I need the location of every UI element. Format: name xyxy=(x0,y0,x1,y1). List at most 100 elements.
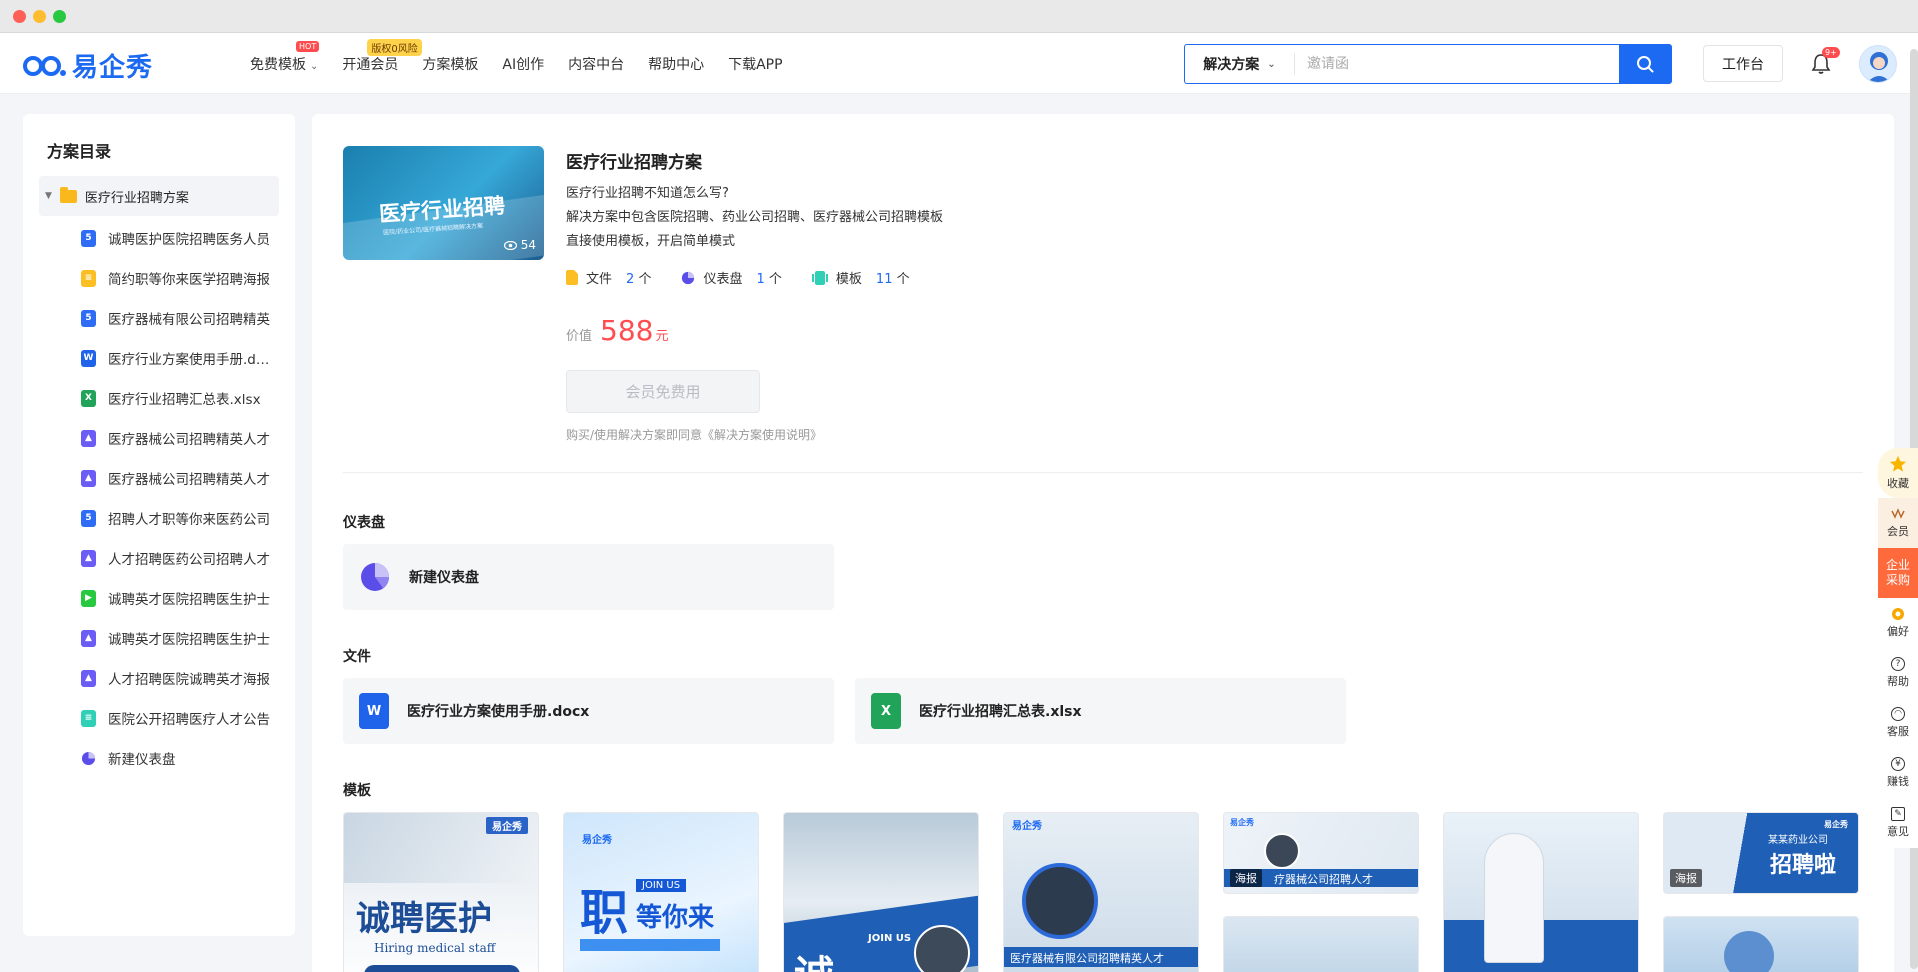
new-dashboard-card[interactable]: 新建仪表盘 xyxy=(343,544,834,610)
divider xyxy=(343,472,1863,473)
floatbar-label: 意见 xyxy=(1887,825,1909,838)
file-card[interactable]: W 医疗行业方案使用手册.docx xyxy=(343,678,834,744)
image-icon: ▲ xyxy=(81,549,96,567)
template-card[interactable]: 易企秀 某某药业公司 招聘啦 海报 xyxy=(1663,812,1859,894)
view-count: 54 xyxy=(503,238,536,252)
doc-icon: ≡ xyxy=(81,269,96,287)
copyright-badge: 版权0风险 xyxy=(367,38,422,56)
tree-item[interactable]: ▲ 人才招聘医药公司招聘人才 xyxy=(81,538,277,578)
minimize-window-button[interactable] xyxy=(33,10,46,23)
tree-item-label: 人才招聘医药公司招聘人才 xyxy=(108,552,270,568)
excel-icon: X xyxy=(871,693,901,729)
tree-item[interactable]: ≡ 简约职等你来医学招聘海报 xyxy=(81,258,277,298)
earn-money-button[interactable]: ¥ 赚钱 xyxy=(1878,748,1918,798)
template-card[interactable] xyxy=(1663,916,1859,972)
tree-item[interactable]: ▲ 人才招聘医院诚聘英才海报 xyxy=(81,658,277,698)
tree-item[interactable]: W 医疗行业方案使用手册.docx xyxy=(81,338,277,378)
template-logo: 易企秀 xyxy=(486,817,528,834)
template-banner xyxy=(364,965,520,972)
nav-download-app[interactable]: 下载APP xyxy=(728,54,782,74)
tree-item[interactable]: ▲ 诚聘英才医院招聘医生护士 xyxy=(81,618,277,658)
tree-item-label: 医疗器械公司招聘精英人才 xyxy=(108,472,270,488)
image-icon: ▲ xyxy=(81,669,96,687)
top-header: 易企秀 免费模板 ⌄ HOT 开通会员 版权0风险 方案模板 AI创作 内容中台 … xyxy=(0,33,1918,94)
template-card[interactable]: 易企秀 职 JOIN US 等你来 xyxy=(563,812,759,972)
help-icon: ? xyxy=(1891,657,1905,671)
tree-item[interactable]: ▲ 医疗器械公司招聘精英人才 xyxy=(81,458,277,498)
template-card[interactable]: 易企秀 疗器械公司招聘人才 海报 xyxy=(1223,812,1419,894)
tree-item[interactable]: 新建仪表盘 xyxy=(81,738,277,778)
tree-item[interactable]: ▶ 诚聘英才医院招聘医生护士 xyxy=(81,578,277,618)
close-window-button[interactable] xyxy=(13,10,26,23)
h5-icon: 5 xyxy=(81,509,96,527)
nav-free-templates[interactable]: 免费模板 ⌄ HOT xyxy=(250,40,320,74)
user-avatar-icon xyxy=(1867,52,1891,82)
help-button[interactable]: ? 帮助 xyxy=(1878,648,1918,698)
tree-item[interactable]: ▲ 医疗器械公司招聘精英人才 xyxy=(81,418,277,458)
template-photo xyxy=(1724,931,1774,972)
template-card[interactable]: 诚 JOIN US xyxy=(783,812,979,972)
headset-icon: ◠ xyxy=(1891,707,1905,721)
tree-item[interactable]: X 医疗行业招聘汇总表.xlsx xyxy=(81,378,277,418)
image-icon: ▲ xyxy=(81,469,96,487)
stat-dashboards: 仪表盘 1 个 xyxy=(681,268,782,287)
tree-root-folder[interactable]: ▼ 医疗行业招聘方案 xyxy=(39,176,279,216)
nav-label: 帮助中心 xyxy=(648,56,705,73)
solution-detail: 医疗行业招聘 医院/药业公司/医疗器械招聘解决方案 54 医疗行业招聘方案 医疗… xyxy=(312,114,1894,972)
tree-item[interactable]: 5 招聘人才职等你来医药公司 xyxy=(81,498,277,538)
avatar[interactable] xyxy=(1859,45,1897,83)
template-logo: 易企秀 xyxy=(1824,820,1848,829)
tree-item-label: 医疗器械公司招聘精英人才 xyxy=(108,432,270,448)
template-card[interactable]: 易企秀 诚聘医护 Hiring medical staff xyxy=(343,812,539,972)
customer-service-button[interactable]: ◠ 客服 xyxy=(1878,698,1918,748)
tree-item[interactable]: ≡ 医院公开招聘医疗人才公告 xyxy=(81,698,277,738)
template-side-text: 等你来 xyxy=(636,903,715,933)
tree-item-label: 诚聘英才医院招聘医生护士 xyxy=(108,632,270,648)
template-card[interactable]: 易企秀 医疗器械有限公司招聘精英人才 xyxy=(1003,812,1199,972)
favorite-button[interactable]: 收藏 xyxy=(1878,448,1918,498)
file-icon xyxy=(566,270,578,285)
tree-item-label: 医疗行业招聘汇总表.xlsx xyxy=(108,392,261,408)
nav-label: 免费模板 xyxy=(250,56,306,73)
preference-button[interactable]: 偏好 xyxy=(1878,598,1918,648)
logo-icon xyxy=(23,55,66,76)
solution-cover-image[interactable]: 医疗行业招聘 医院/药业公司/医疗器械招聘解决方案 54 xyxy=(343,146,544,260)
template-card[interactable] xyxy=(1443,812,1639,972)
description-line: 解决方案中包含医院招聘、药业公司招聘、医疗器械公司招聘模板 xyxy=(566,210,944,225)
stat-files: 文件 2 个 xyxy=(566,268,651,287)
preference-icon xyxy=(1892,608,1904,620)
nav-ai-create[interactable]: AI创作 xyxy=(502,54,544,74)
logo[interactable]: 易企秀 xyxy=(22,47,153,84)
nav-solution-templates[interactable]: 方案模板 xyxy=(422,54,478,74)
stat-count: 1 xyxy=(756,272,765,287)
vip-button[interactable]: 会员 xyxy=(1878,498,1918,548)
search-input[interactable] xyxy=(1295,45,1619,83)
dashboard-icon xyxy=(682,271,695,284)
stat-templates: 模板 11 个 xyxy=(811,268,910,287)
h5-icon: 5 xyxy=(81,229,96,247)
file-card[interactable]: X 医疗行业招聘汇总表.xlsx xyxy=(855,678,1346,744)
enterprise-purchase-button[interactable]: 企业采购 xyxy=(1878,548,1918,598)
template-header: 某某药业公司 xyxy=(1768,835,1828,846)
h5-icon: 5 xyxy=(81,309,96,327)
agreement-text[interactable]: 购买/使用解决方案即同意《解决方案使用说明》 xyxy=(566,426,822,443)
tree-item[interactable]: 5 医疗器械有限公司招聘精英 xyxy=(81,298,277,338)
dashboard-section-title: 仪表盘 xyxy=(343,515,385,531)
solution-directory: 方案目录 ▼ 医疗行业招聘方案 5 诚聘医护医院招聘医务人员 ≡ 简约职等你来医学招… xyxy=(23,114,295,936)
template-card[interactable] xyxy=(1223,916,1419,972)
chevron-down-icon: ⌄ xyxy=(1267,58,1276,70)
nav-help-center[interactable]: 帮助中心 xyxy=(648,54,704,74)
member-free-use-button[interactable]: 会员免费用 xyxy=(566,370,760,413)
stat-label: 仪表盘 xyxy=(703,272,743,287)
zoom-window-button[interactable] xyxy=(53,10,66,23)
nav-content-hub[interactable]: 内容中台 xyxy=(568,54,624,74)
nav-membership[interactable]: 开通会员 版权0风险 xyxy=(342,38,422,74)
search-type-dropdown[interactable]: 解决方案 ⌄ xyxy=(1185,53,1295,75)
description-line: 医疗行业招聘不知道怎么写? xyxy=(566,186,729,201)
tree-item[interactable]: 5 诚聘医护医院招聘医务人员 xyxy=(81,218,277,258)
search-button[interactable] xyxy=(1619,45,1671,83)
feedback-button[interactable]: ✎ 意见 xyxy=(1878,798,1918,848)
chevron-down-icon: ⌄ xyxy=(310,60,319,72)
right-floating-toolbar: 收藏 会员 企业采购 偏好 ? 帮助 ◠ 客服 ¥ 赚钱 ✎ 意见 xyxy=(1878,448,1918,848)
workbench-button[interactable]: 工作台 xyxy=(1703,45,1783,82)
